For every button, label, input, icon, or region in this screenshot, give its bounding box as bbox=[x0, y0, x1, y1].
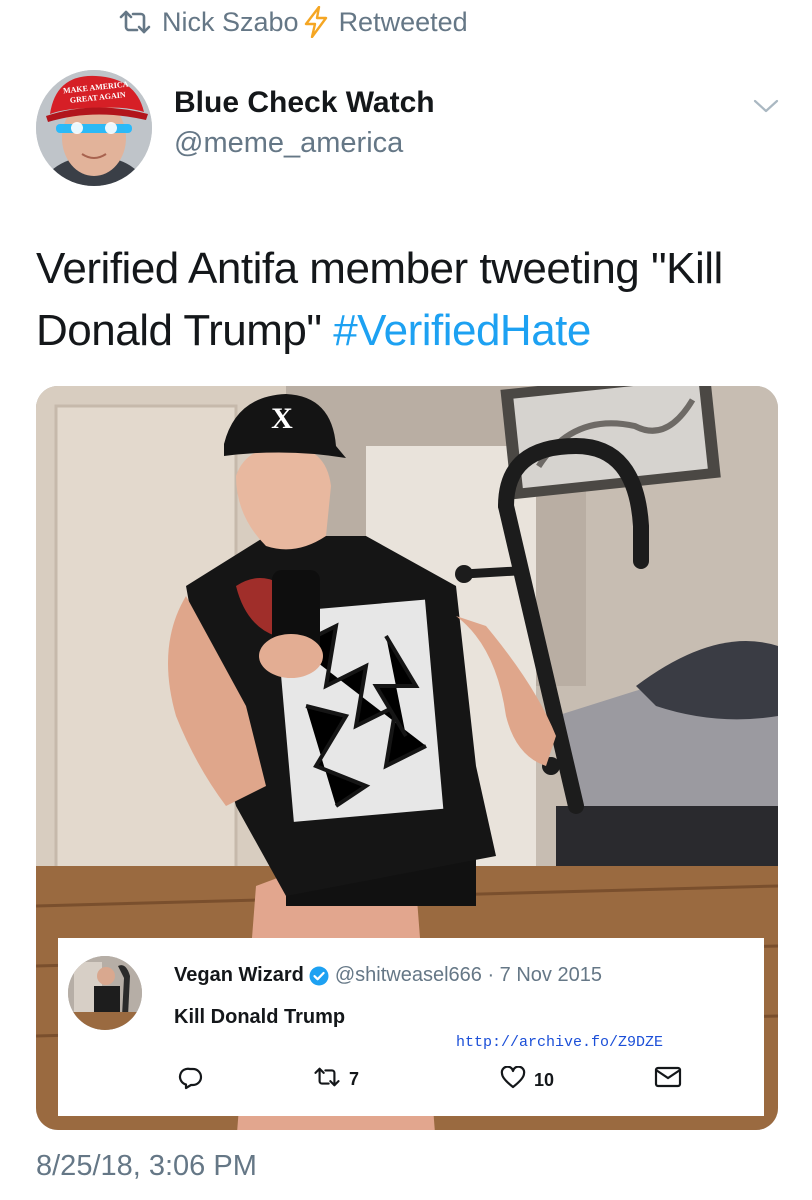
author-block[interactable]: Blue Check Watch @meme_america bbox=[174, 84, 435, 162]
embedded-tweet-avatar bbox=[68, 956, 142, 1030]
embedded-tweet-name[interactable]: Vegan Wizard bbox=[174, 964, 304, 987]
like-count: 10 bbox=[534, 1070, 555, 1090]
retweeted-by-line: Nick Szabo Retweeted bbox=[118, 4, 468, 40]
retweet-count: 7 bbox=[349, 1069, 360, 1089]
tweet-media-image[interactable]: X Vegan Wizard @shitweasel666 · 7 Nov 20… bbox=[36, 386, 778, 1130]
retweet-action[interactable]: 7 bbox=[313, 1066, 359, 1093]
cap-logo-letter: X bbox=[271, 402, 293, 435]
retweeted-label: Retweeted bbox=[338, 6, 468, 37]
tweet-timestamp[interactable]: 8/25/18, 3:06 PM bbox=[36, 1150, 257, 1183]
verified-badge-icon bbox=[309, 966, 329, 986]
embedded-tweet-card[interactable]: Vegan Wizard @shitweasel666 · 7 Nov 2015… bbox=[58, 938, 764, 1116]
archive-link[interactable]: http://archive.fo/Z9DZE bbox=[456, 1034, 663, 1051]
embedded-tweet-meta[interactable]: @shitweasel666 · 7 Nov 2015 bbox=[335, 964, 602, 987]
heart-icon bbox=[500, 1065, 526, 1095]
direct-message-action[interactable] bbox=[654, 1066, 682, 1093]
embedded-tweet-actions: 7 10 bbox=[178, 1065, 738, 1098]
retweet-icon bbox=[313, 1066, 341, 1093]
author-name[interactable]: Blue Check Watch bbox=[174, 84, 435, 122]
author-handle[interactable]: @meme_america bbox=[174, 124, 435, 162]
retweet-icon bbox=[118, 9, 152, 35]
tweet-text: Verified Antifa member tweeting "Kill Do… bbox=[36, 238, 786, 362]
hashtag-link[interactable]: #VerifiedHate bbox=[333, 306, 591, 355]
author-avatar[interactable]: MAKE AMERICA GREAT AGAIN bbox=[36, 70, 152, 186]
reply-action[interactable] bbox=[178, 1066, 204, 1095]
chevron-down-icon[interactable] bbox=[752, 96, 780, 116]
like-action[interactable]: 10 bbox=[500, 1065, 555, 1095]
lightning-icon bbox=[303, 6, 329, 38]
embedded-tweet-text: Kill Donald Trump bbox=[174, 1006, 346, 1028]
reply-icon bbox=[178, 1066, 204, 1095]
embedded-tweet-header: Vegan Wizard @shitweasel666 · 7 Nov 2015 bbox=[174, 964, 602, 987]
envelope-icon bbox=[654, 1066, 682, 1093]
retweeter-name[interactable]: Nick Szabo bbox=[162, 7, 299, 38]
